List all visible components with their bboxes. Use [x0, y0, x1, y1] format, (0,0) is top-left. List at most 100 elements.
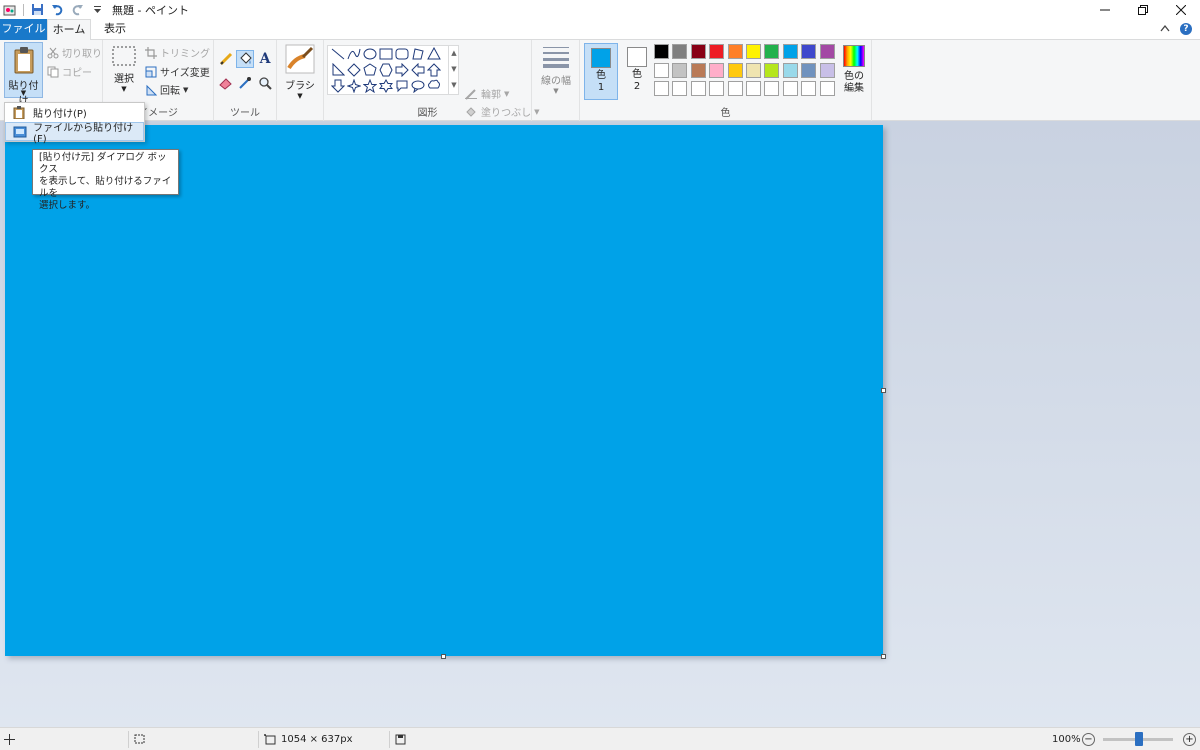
shapes-scroll-up-icon[interactable]: ▲: [449, 45, 459, 61]
cut-button[interactable]: 切り取り: [47, 45, 102, 60]
palette-swatch[interactable]: [727, 44, 743, 59]
drawing-canvas[interactable]: [5, 125, 883, 656]
paste-from-file-menu-item[interactable]: ファイルから貼り付け(F): [5, 122, 144, 145]
palette-swatch[interactable]: [672, 81, 688, 96]
tab-file[interactable]: ファイル: [0, 19, 47, 40]
hexagon-shape[interactable]: [378, 62, 394, 78]
zoom-out-button[interactable]: −: [1082, 728, 1095, 750]
six-point-star-shape[interactable]: [378, 78, 394, 94]
rectangle-shape[interactable]: [378, 46, 394, 62]
palette-swatch[interactable]: [672, 62, 688, 78]
shapes-scroll-down-icon[interactable]: ▼: [449, 61, 459, 77]
select-button[interactable]: 選択 ▼: [109, 45, 139, 93]
palette-swatch[interactable]: [801, 44, 817, 59]
palette-swatch[interactable]: [819, 44, 835, 59]
diamond-shape[interactable]: [346, 62, 362, 78]
palette-swatch[interactable]: [746, 81, 761, 96]
close-button[interactable]: [1162, 0, 1200, 19]
fill-style-button[interactable]: 塗りつぶし ▼: [464, 104, 540, 119]
pentagon-shape[interactable]: [362, 62, 378, 78]
right-triangle-shape[interactable]: [330, 62, 346, 78]
paint-app-icon[interactable]: [3, 3, 17, 17]
left-arrow-shape[interactable]: [410, 62, 426, 78]
canvas-resize-handle-bottom[interactable]: [441, 654, 446, 659]
palette-swatch[interactable]: [819, 81, 835, 96]
color-picker-tool[interactable]: [236, 74, 254, 92]
rotate-icon: [146, 84, 157, 95]
shapes-gallery-scroll[interactable]: ▲ ▼ ▼: [448, 45, 459, 95]
palette-swatch[interactable]: [764, 62, 780, 78]
canvas-resize-handle-right[interactable]: [881, 388, 886, 393]
palette-swatch[interactable]: [746, 62, 761, 78]
palette-swatch[interactable]: [782, 44, 798, 59]
palette-swatch[interactable]: [709, 44, 725, 59]
right-arrow-shape[interactable]: [394, 62, 410, 78]
crop-button[interactable]: トリミング: [145, 45, 210, 60]
oval-shape[interactable]: [362, 46, 378, 62]
palette-swatch[interactable]: [727, 81, 743, 96]
palette-swatch[interactable]: [746, 44, 761, 59]
palette-swatch[interactable]: [819, 62, 835, 78]
help-icon[interactable]: ?: [1180, 22, 1192, 35]
down-arrow-shape[interactable]: [330, 78, 346, 94]
palette-swatch[interactable]: [654, 44, 669, 59]
canvas-workspace[interactable]: [0, 121, 1200, 727]
undo-icon[interactable]: [50, 3, 64, 17]
oval-callout-shape[interactable]: [410, 78, 426, 94]
palette-swatch[interactable]: [782, 62, 798, 78]
zoom-slider-thumb[interactable]: [1135, 732, 1143, 746]
magnifier-tool[interactable]: [256, 74, 274, 92]
collapse-ribbon-icon[interactable]: [1160, 22, 1170, 35]
eraser-tool[interactable]: [217, 74, 235, 92]
palette-swatch[interactable]: [690, 44, 706, 59]
curve-shape[interactable]: [346, 46, 362, 62]
color2-button[interactable]: 色 2: [620, 43, 654, 100]
palette-swatch[interactable]: [727, 62, 743, 78]
paste-button[interactable]: 貼り付け ▼: [4, 42, 43, 107]
save-icon[interactable]: [30, 3, 44, 17]
restore-button[interactable]: [1124, 0, 1162, 19]
zoom-in-button[interactable]: +: [1183, 728, 1196, 750]
rotate-button[interactable]: 回転 ▼: [145, 82, 188, 97]
restore-icon: [1138, 4, 1148, 15]
triangle-shape[interactable]: [426, 46, 442, 62]
copy-button[interactable]: コピー: [47, 64, 92, 79]
palette-swatch[interactable]: [709, 62, 725, 78]
fill-tool[interactable]: [236, 50, 254, 68]
palette-swatch[interactable]: [690, 62, 706, 78]
edit-colors-button[interactable]: 色の 編集: [842, 45, 866, 95]
palette-swatch[interactable]: [654, 81, 669, 96]
palette-swatch[interactable]: [672, 44, 688, 59]
four-point-star-shape[interactable]: [346, 78, 362, 94]
palette-swatch[interactable]: [690, 81, 706, 96]
resize-button[interactable]: サイズ変更: [145, 64, 210, 79]
size-button[interactable]: 線の幅 ▼: [538, 45, 574, 95]
palette-swatch[interactable]: [709, 81, 725, 96]
canvas-resize-handle-corner[interactable]: [881, 654, 886, 659]
redo-icon[interactable]: [70, 3, 84, 17]
outline-button[interactable]: 輪郭 ▼: [464, 86, 509, 101]
shapes-expand-icon[interactable]: ▼: [449, 77, 459, 93]
paste-from-file-icon: [6, 126, 33, 138]
palette-swatch[interactable]: [801, 81, 817, 96]
line-shape[interactable]: [330, 46, 346, 62]
palette-swatch[interactable]: [764, 44, 780, 59]
text-tool[interactable]: A: [256, 50, 274, 68]
palette-swatch[interactable]: [782, 81, 798, 96]
polygon-shape[interactable]: [410, 46, 426, 62]
palette-swatch[interactable]: [654, 62, 669, 78]
minimize-button[interactable]: [1086, 0, 1124, 19]
up-arrow-shape[interactable]: [426, 62, 442, 78]
color1-button[interactable]: 色 1: [584, 43, 618, 100]
palette-swatch[interactable]: [801, 62, 817, 78]
customize-qat-icon[interactable]: [90, 3, 104, 17]
brushes-button[interactable]: ブラシ ▼: [284, 44, 316, 100]
pencil-tool[interactable]: [217, 50, 235, 68]
rounded-rectangle-shape[interactable]: [394, 46, 410, 62]
rounded-callout-shape[interactable]: [394, 78, 410, 94]
five-point-star-shape[interactable]: [362, 78, 378, 94]
cloud-callout-shape[interactable]: [426, 78, 442, 94]
palette-swatch[interactable]: [764, 81, 780, 96]
tab-view[interactable]: 表示: [95, 19, 135, 40]
tab-home[interactable]: ホーム: [47, 19, 91, 41]
